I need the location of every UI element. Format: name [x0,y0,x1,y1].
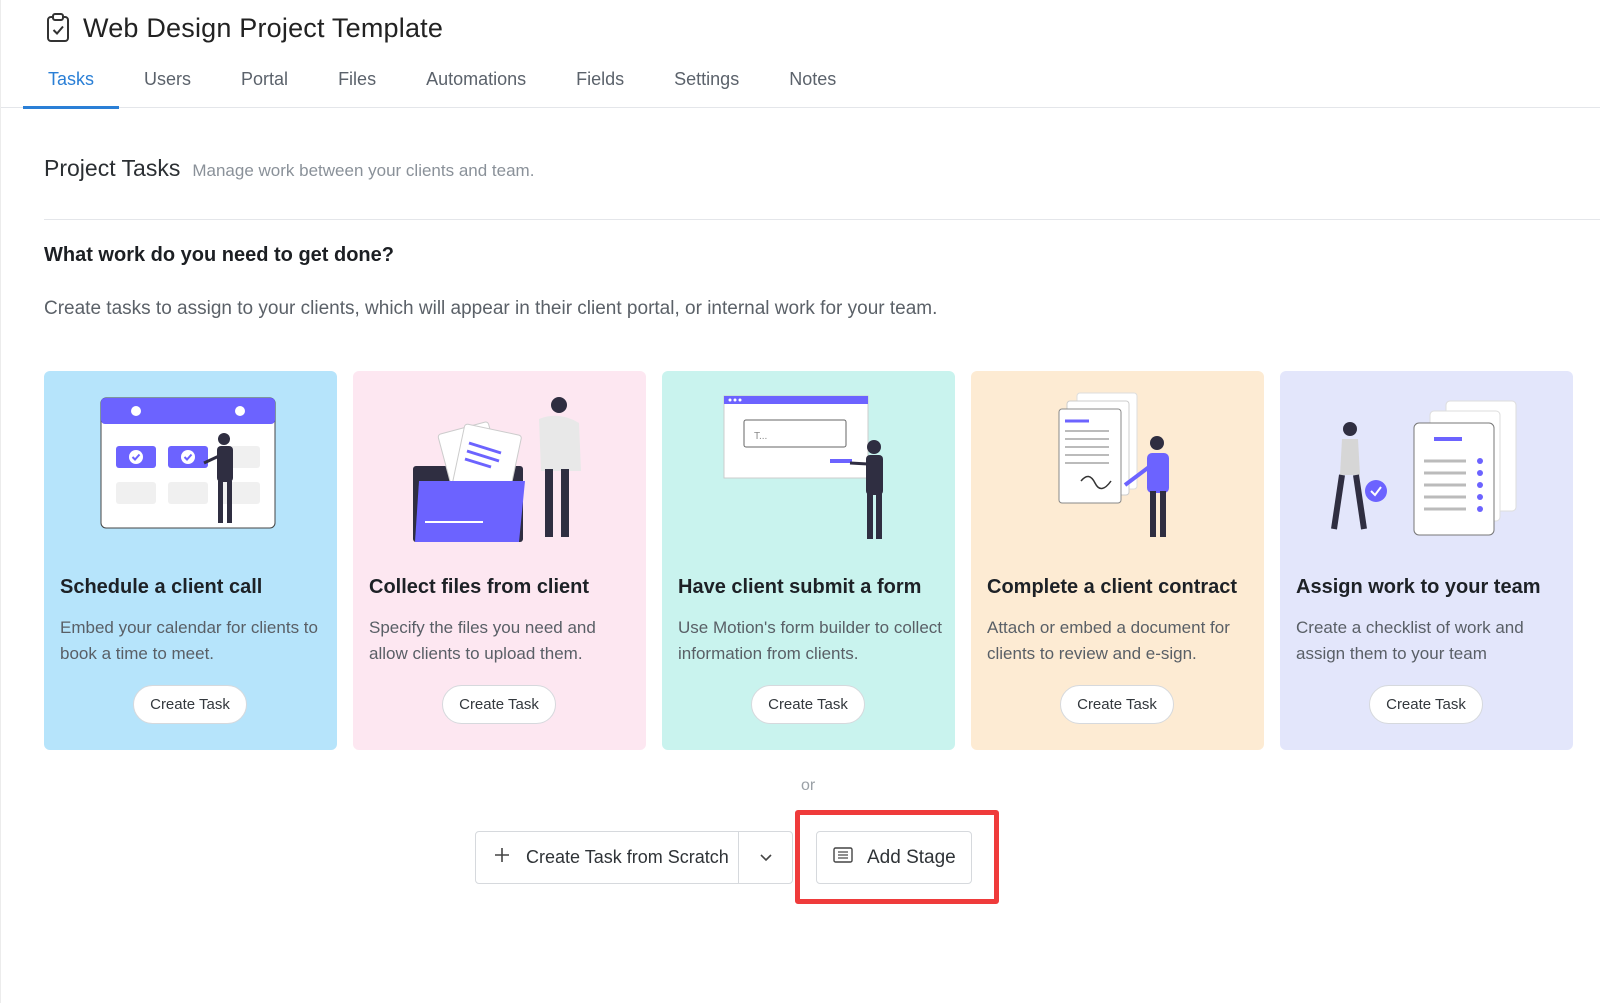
page-title: Web Design Project Template [83,12,444,43]
card-client-contract[interactable]: Complete a client contract Attach or emb… [971,371,1264,750]
section-divider [44,219,1600,220]
section-header: Project Tasks Manage work between your c… [44,155,534,182]
tab-files[interactable]: Files [313,66,401,108]
card-title: Assign work to your team [1296,576,1541,598]
create-task-button[interactable]: Create Task [442,685,556,724]
title-row: Web Design Project Template [45,12,443,44]
card-submit-form[interactable]: T... Have client submit a form Use Motio… [662,371,955,750]
create-task-from-scratch-label: Create Task from Scratch [526,847,729,867]
card-title: Collect files from client [369,576,590,598]
tab-bar: Tasks Users Portal Files Automations Fie… [23,66,861,109]
tab-users[interactable]: Users [119,66,216,108]
create-task-button[interactable]: Create Task [1060,685,1174,724]
tab-settings[interactable]: Settings [649,66,764,108]
add-stage-label: Add Stage [867,846,956,868]
form-placeholder: T... [754,431,767,442]
card-title: Complete a client contract [987,576,1238,598]
tab-tasks[interactable]: Tasks [23,66,120,109]
tab-automations[interactable]: Automations [401,66,551,108]
tab-fields[interactable]: Fields [551,66,649,108]
section-title: Project Tasks [44,155,181,181]
card-collect-files[interactable]: Collect files from client Specify the fi… [353,371,646,750]
form-window-illustration: T... [723,395,883,539]
create-task-split-button: Create Task from Scratch [475,831,793,884]
card-description: Specify the files you need and allow cli… [369,618,596,663]
card-description: Embed your calendar for clients to book … [60,618,318,663]
page: Web Design Project Template Tasks Users … [0,0,1600,1003]
checklist-illustration [1331,400,1517,536]
section-subtitle: Manage work between your clients and tea… [192,161,535,180]
tab-notes[interactable]: Notes [764,66,861,108]
card-description: Create a checklist of work and assign th… [1296,618,1524,663]
clipboard-check-icon [45,12,71,44]
add-stage-button[interactable]: Add Stage [816,831,972,884]
prompt-heading: What work do you need to get done? [44,244,394,266]
chevron-down-icon [759,849,772,867]
card-title: Have client submit a form [678,576,922,598]
or-divider: or [801,777,816,794]
list-icon [833,846,853,869]
card-title: Schedule a client call [60,576,263,598]
tab-portal[interactable]: Portal [216,66,313,108]
create-task-dropdown-toggle[interactable] [738,832,792,883]
create-task-button[interactable]: Create Task [133,685,247,724]
prompt-description: Create tasks to assign to your clients, … [44,298,938,319]
plus-icon [494,847,510,868]
calendar-illustration [100,397,276,529]
contract-sign-illustration [1058,392,1169,537]
create-task-from-scratch-button[interactable]: Create Task from Scratch [476,832,738,883]
header: Web Design Project Template Tasks Users … [1,0,1600,109]
card-description: Use Motion's form builder to collect inf… [678,618,943,663]
card-assign-team[interactable]: Assign work to your team Create a checkl… [1280,371,1573,750]
create-task-button[interactable]: Create Task [751,685,865,724]
create-task-button[interactable]: Create Task [1369,685,1483,724]
card-description: Attach or embed a document for clients t… [987,618,1230,663]
task-template-cards: Schedule a client call Embed your calend… [44,371,1573,750]
folder-files-illustration [413,397,581,542]
card-schedule-call[interactable]: Schedule a client call Embed your calend… [44,371,337,750]
